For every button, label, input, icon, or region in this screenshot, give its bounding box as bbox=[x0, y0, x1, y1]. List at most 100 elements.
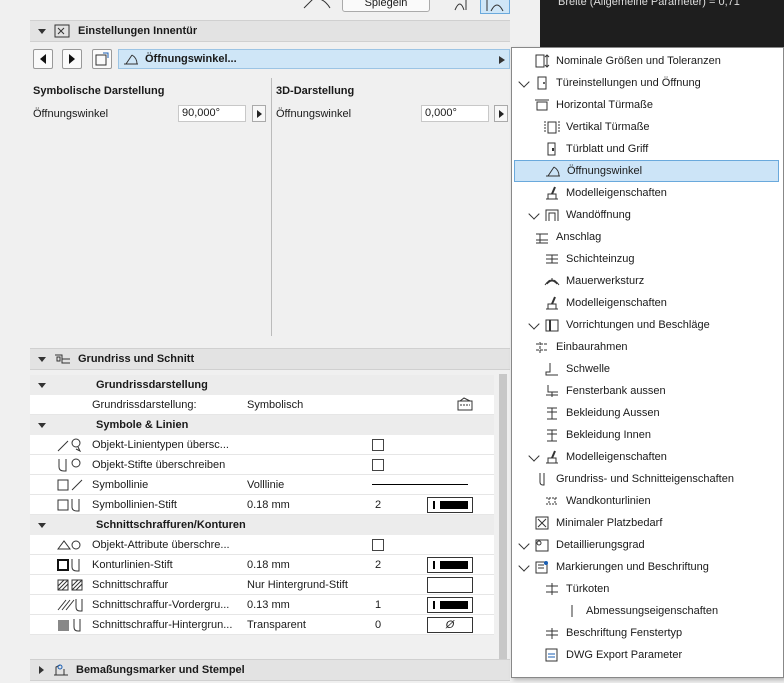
mirror-right-icon[interactable] bbox=[480, 0, 510, 14]
menu-item-1[interactable]: Nominale Größen und Toleranzen bbox=[512, 50, 783, 72]
menu-item-label: Türblatt und Griff bbox=[566, 143, 649, 155]
pen-swatch[interactable] bbox=[427, 596, 473, 613]
casing-icon bbox=[544, 406, 560, 420]
chevron-down-icon[interactable] bbox=[528, 450, 540, 462]
menu-item-6[interactable]: Öffnungswinkel bbox=[514, 160, 779, 182]
group-section-fills[interactable]: Schnittschraffuren/Konturen bbox=[30, 515, 494, 535]
table-row[interactable]: Konturlinien-Stift 0.18 mm 2 bbox=[30, 555, 494, 575]
table-row[interactable]: Symbollinie Volllinie bbox=[30, 475, 494, 495]
menu-item-19[interactable]: Modelleigenschaften bbox=[512, 446, 783, 468]
chevron-down-icon[interactable] bbox=[518, 560, 530, 572]
collapse-triangle-icon[interactable] bbox=[38, 382, 46, 388]
pen-swatch[interactable] bbox=[427, 496, 473, 513]
width-parameter-text: Breite (Allgemeine Parameter) = 0,71 bbox=[558, 0, 740, 8]
horizontal-dims-icon bbox=[534, 98, 550, 112]
table-row[interactable]: Schnittschraffur Nur Hintergrund-Stift bbox=[30, 575, 494, 595]
menu-item-20[interactable]: Grundriss- und Schnitteigenschaften bbox=[512, 468, 783, 490]
menu-item-22[interactable]: Minimaler Platzbedarf bbox=[512, 512, 783, 534]
menu-item-label: Grundriss- und Schnitteigenschaften bbox=[556, 473, 734, 485]
menu-item-5[interactable]: Türblatt und Griff bbox=[512, 138, 783, 160]
floorplan-title: Grundriss und Schnitt bbox=[78, 353, 195, 365]
menu-item-16[interactable]: Fensterbank aussen bbox=[512, 380, 783, 402]
collapse-triangle-icon[interactable] bbox=[38, 422, 46, 428]
menu-item-9[interactable]: Anschlag bbox=[512, 226, 783, 248]
empty-pen-swatch[interactable]: Ø bbox=[427, 616, 473, 633]
menu-item-23[interactable]: Detaillierungsgrad bbox=[512, 534, 783, 556]
mirror-button[interactable]: Spiegeln bbox=[342, 0, 430, 12]
menu-item-17[interactable]: Bekleidung Aussen bbox=[512, 402, 783, 424]
chevron-down-icon[interactable] bbox=[528, 208, 540, 220]
brush-icon bbox=[544, 450, 560, 464]
menu-item-12[interactable]: Modelleigenschaften bbox=[512, 292, 783, 314]
menu-item-21[interactable]: Wandkonturlinien bbox=[512, 490, 783, 512]
menu-item-label: Modelleigenschaften bbox=[566, 297, 667, 309]
chevron-down-icon[interactable] bbox=[518, 538, 530, 550]
collapse-triangle-icon[interactable] bbox=[38, 28, 46, 34]
table-row[interactable]: Grundrissdarstellung: Symbolisch bbox=[30, 395, 494, 415]
menu-item-2[interactable]: Türeinstellungen und Öffnung bbox=[512, 72, 783, 94]
table-row[interactable]: Schnittschraffur-Hintergrun... Transparen… bbox=[30, 615, 494, 635]
door-settings-title: Einstellungen Innentür bbox=[78, 25, 198, 37]
sill-icon bbox=[544, 384, 560, 398]
table-row[interactable]: Objekt-Linientypen übersc... bbox=[30, 435, 494, 455]
floorplan-header[interactable]: Grundriss und Schnitt bbox=[30, 348, 510, 370]
menu-item-10[interactable]: Schichteinzug bbox=[512, 248, 783, 270]
menu-item-4[interactable]: Vertikal Türmaße bbox=[512, 116, 783, 138]
menu-item-13[interactable]: Vorrichtungen und Beschläge bbox=[512, 314, 783, 336]
mirror-left-icon[interactable] bbox=[452, 0, 474, 12]
menu-item-label: Abmessungseigenschaften bbox=[586, 605, 719, 617]
menu-item-8[interactable]: Wandöffnung bbox=[512, 204, 783, 226]
3d-angle-field[interactable]: 0,000° bbox=[421, 105, 489, 122]
symbolic-title: Symbolische Darstellung bbox=[33, 85, 165, 97]
collapse-triangle-icon[interactable] bbox=[38, 356, 46, 362]
menu-item-26[interactable]: Abmessungseigenschaften bbox=[512, 600, 783, 622]
linetype-override-icon bbox=[56, 437, 86, 456]
door-swing-icon bbox=[300, 0, 334, 10]
menu-item-label: Horizontal Türmaße bbox=[556, 99, 653, 111]
table-row[interactable]: Objekt-Attribute überschre... bbox=[30, 535, 494, 555]
panel-scrollbar[interactable] bbox=[496, 372, 510, 678]
dimension-markers-header[interactable]: Bemaßungsmarker und Stempel bbox=[30, 659, 510, 681]
page-selector-dropdown[interactable]: Öffnungswinkel... bbox=[118, 49, 510, 69]
scrollbar-thumb[interactable] bbox=[499, 374, 507, 664]
menu-item-11[interactable]: Mauerwerksturz bbox=[512, 270, 783, 292]
menu-item-28[interactable]: DWG Export Parameter bbox=[512, 644, 783, 666]
dimension-icon bbox=[534, 54, 550, 68]
collapse-triangle-icon[interactable] bbox=[38, 522, 46, 528]
menu-item-3[interactable]: Horizontal Türmaße bbox=[512, 94, 783, 116]
menu-item-14[interactable]: Einbaurahmen bbox=[512, 336, 783, 358]
menu-item-25[interactable]: Türkoten bbox=[512, 578, 783, 600]
menu-item-7[interactable]: Modelleigenschaften bbox=[512, 182, 783, 204]
group-floorplan-display[interactable]: Grundrissdarstellung bbox=[30, 375, 494, 395]
hatch-icon bbox=[56, 577, 86, 596]
menu-item-label: Bekleidung Innen bbox=[566, 429, 652, 441]
hatch-foreground-icon bbox=[56, 597, 86, 616]
pen-override-checkbox[interactable] bbox=[372, 458, 384, 471]
attribute-override-checkbox[interactable] bbox=[372, 538, 384, 551]
menu-item-label: Vertikal Türmaße bbox=[566, 121, 650, 133]
menu-item-24[interactable]: Markierungen und Beschriftung bbox=[512, 556, 783, 578]
chevron-down-icon[interactable] bbox=[528, 318, 540, 330]
prev-page-button[interactable] bbox=[33, 49, 53, 69]
table-row[interactable]: Schnittschraffur-Vordergru... 0.13 mm 1 bbox=[30, 595, 494, 615]
page-list-button[interactable] bbox=[92, 49, 112, 69]
group-symbols-lines[interactable]: Symbole & Linien bbox=[30, 415, 494, 435]
fill-swatch[interactable] bbox=[427, 576, 473, 593]
chevron-down-icon[interactable] bbox=[518, 76, 530, 88]
table-row[interactable]: Symbollinien-Stift 0.18 mm 2 bbox=[30, 495, 494, 515]
menu-item-18[interactable]: Bekleidung Innen bbox=[512, 424, 783, 446]
menu-item-27[interactable]: Beschriftung Fenstertyp bbox=[512, 622, 783, 644]
menu-item-15[interactable]: Schwelle bbox=[512, 358, 783, 380]
menu-item-label: Vorrichtungen und Beschläge bbox=[566, 319, 710, 331]
door-settings-header[interactable]: Einstellungen Innentür bbox=[30, 20, 510, 42]
next-page-button[interactable] bbox=[62, 49, 82, 69]
pen-swatch[interactable] bbox=[427, 556, 473, 573]
linetype-override-checkbox[interactable] bbox=[372, 438, 384, 451]
3d-angle-arrow-button[interactable] bbox=[494, 105, 508, 122]
menu-item-label: Modelleigenschaften bbox=[566, 187, 667, 199]
table-row[interactable]: Objekt-Stifte überschreiben bbox=[30, 455, 494, 475]
menu-item-label: Wandkonturlinien bbox=[566, 495, 651, 507]
symbolic-angle-field[interactable]: 90,000° bbox=[178, 105, 246, 122]
expand-triangle-icon[interactable] bbox=[39, 666, 44, 674]
symbolic-angle-arrow-button[interactable] bbox=[252, 105, 266, 122]
